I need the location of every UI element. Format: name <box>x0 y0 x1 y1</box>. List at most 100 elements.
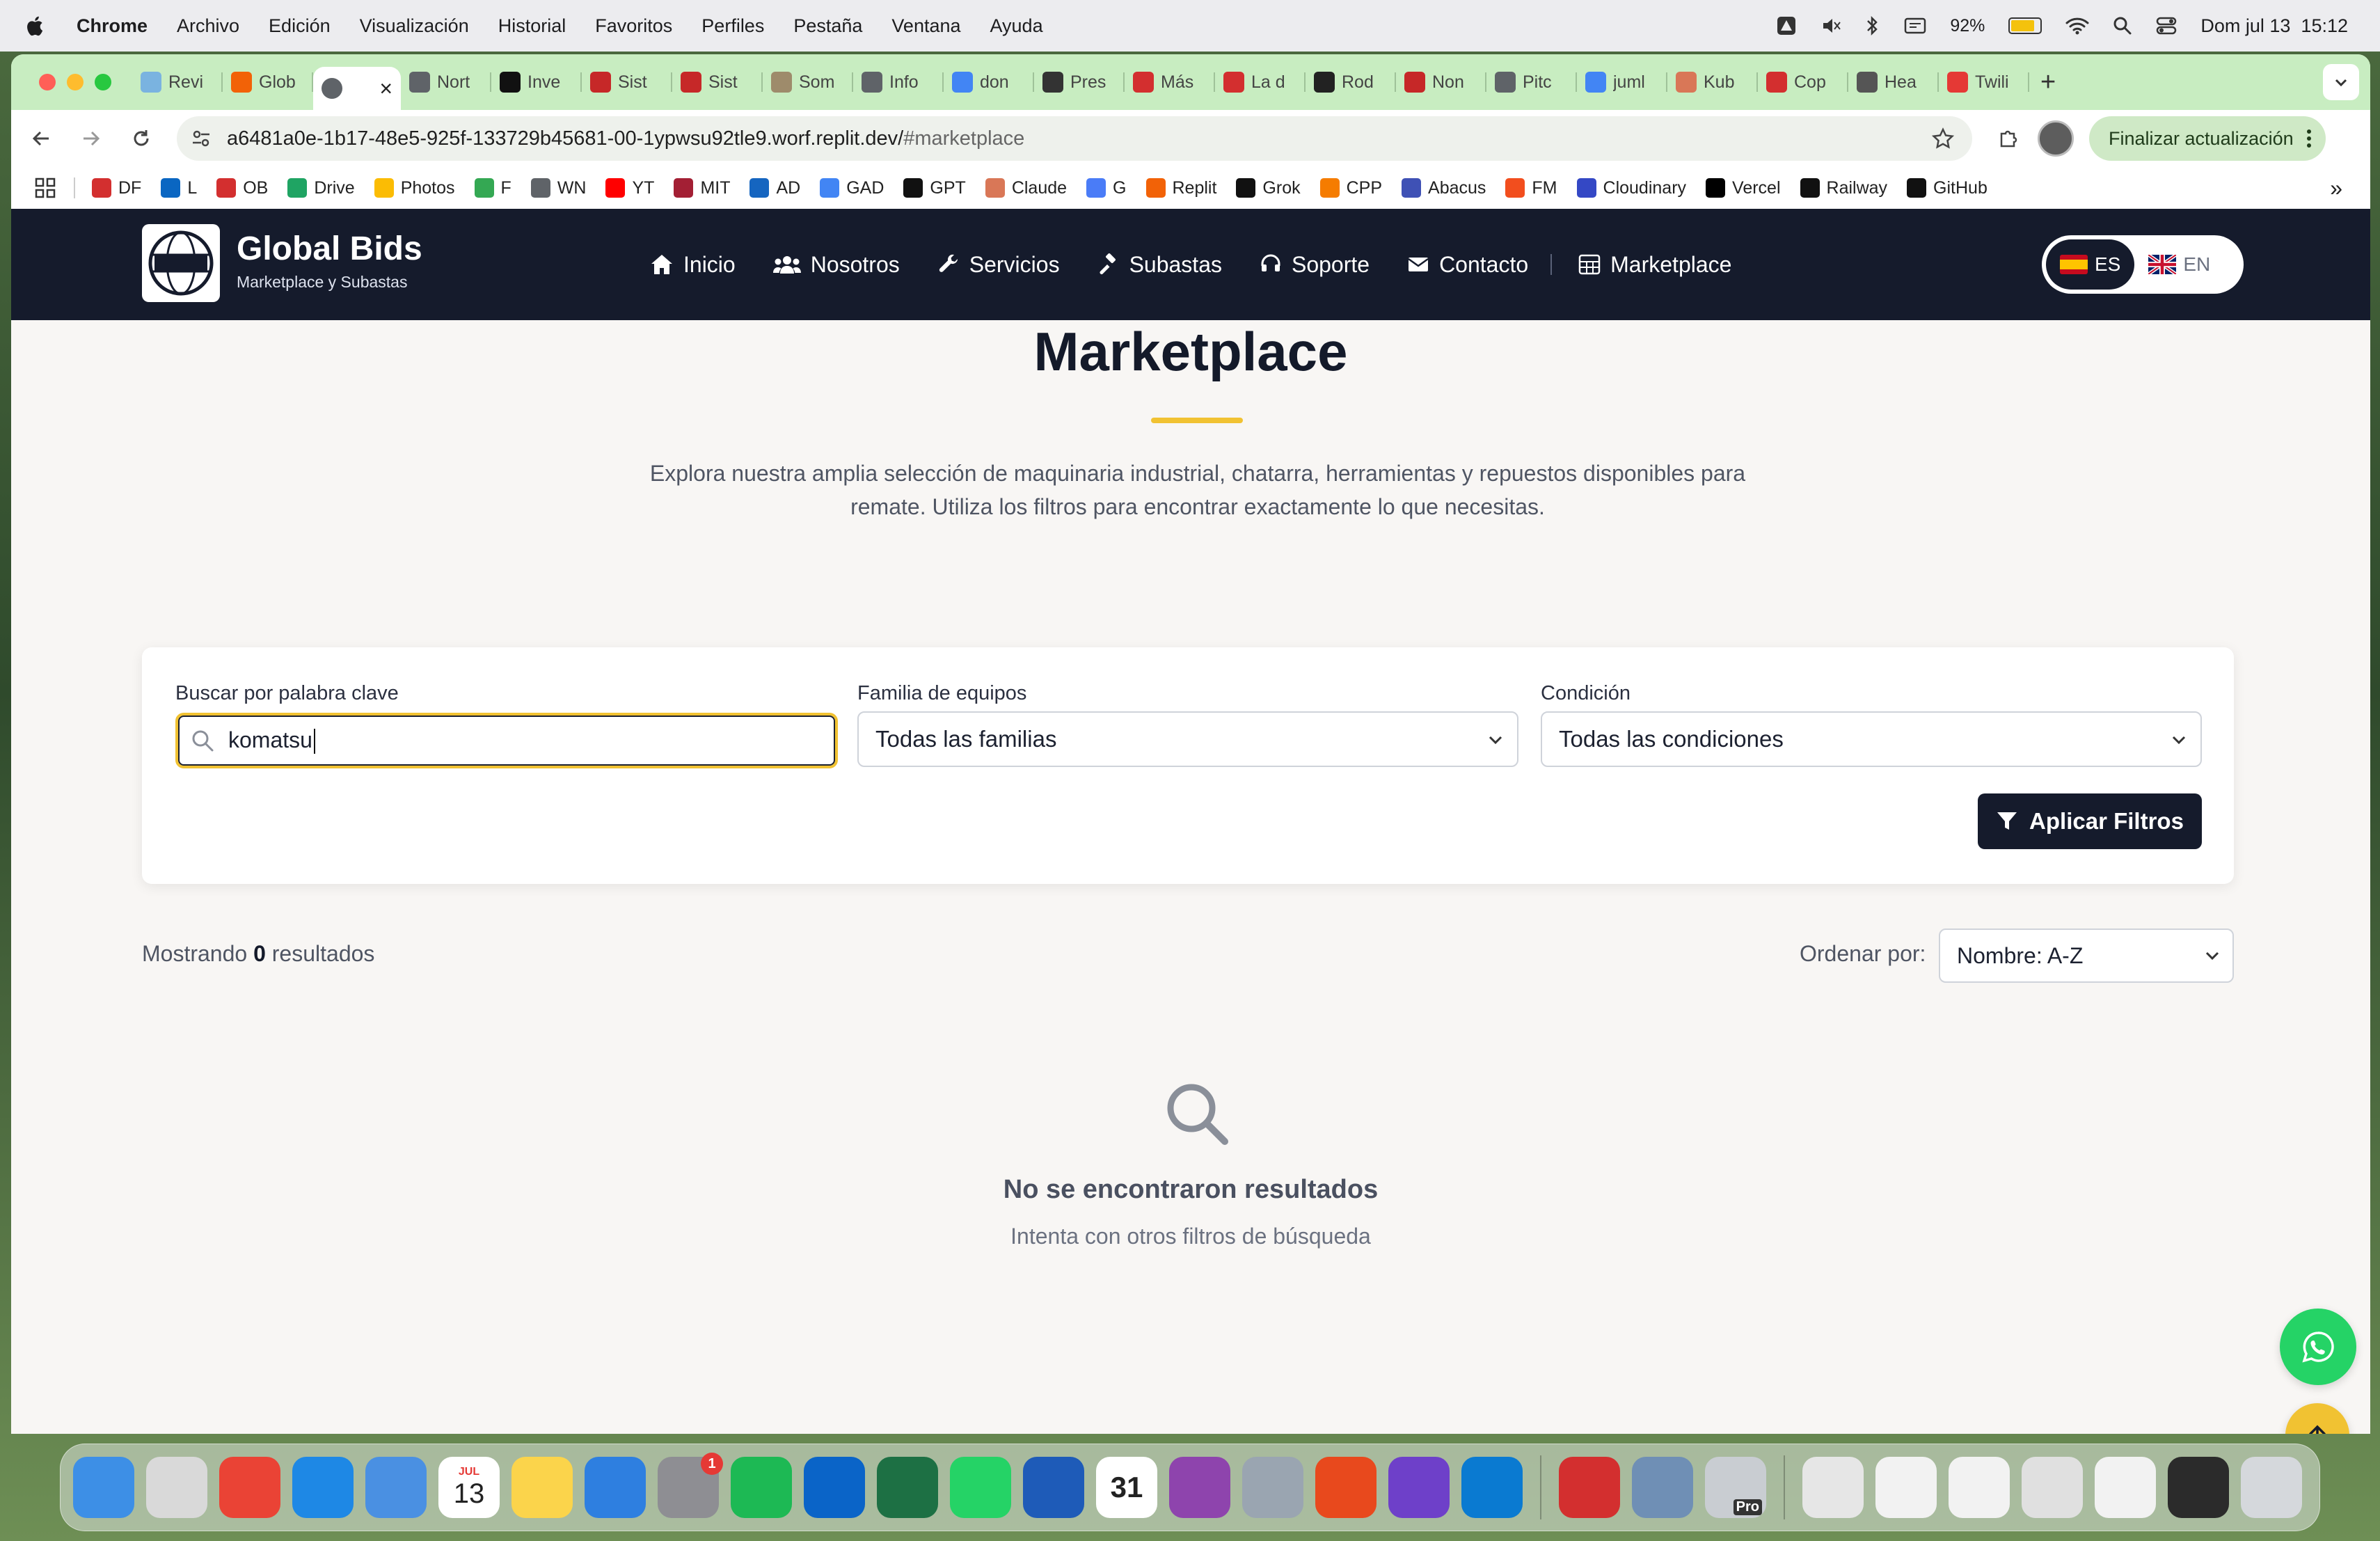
close-window-button[interactable] <box>39 74 56 90</box>
bookmark-f[interactable]: F <box>474 178 511 198</box>
bookmark-mit[interactable]: MIT <box>674 178 730 198</box>
condition-select[interactable]: Todas las condiciones <box>1541 711 2202 767</box>
browser-tab[interactable]: Pres <box>1034 63 1125 102</box>
finish-update-button[interactable]: Finalizar actualización <box>2089 116 2326 161</box>
keynote-icon[interactable] <box>585 1457 646 1518</box>
launchpad-icon[interactable] <box>146 1457 207 1518</box>
podcasts-icon[interactable] <box>1169 1457 1230 1518</box>
zed-icon[interactable] <box>1315 1457 1377 1518</box>
apply-filters-button[interactable]: Aplicar Filtros <box>1978 793 2202 849</box>
nav-soporte[interactable]: Soporte <box>1260 252 1370 278</box>
apple-icon[interactable] <box>26 14 46 38</box>
wifi-icon[interactable] <box>2065 17 2089 35</box>
menu-ventana[interactable]: Ventana <box>891 15 960 37</box>
lang-es-button[interactable]: ES <box>2046 239 2135 290</box>
minimize-window-button[interactable] <box>67 74 84 90</box>
finder-icon[interactable] <box>73 1457 134 1518</box>
fantastical-icon[interactable]: 31 <box>1096 1457 1157 1518</box>
browser-tab[interactable]: Inve <box>491 63 582 102</box>
forward-button[interactable] <box>71 118 111 159</box>
chrome-icon[interactable] <box>219 1457 280 1518</box>
bookmark-df[interactable]: DF <box>92 178 141 198</box>
bookmark-ad[interactable]: AD <box>749 178 800 198</box>
browser-tab[interactable]: Non <box>1396 63 1486 102</box>
url-hash[interactable]: #marketplace <box>903 127 1024 150</box>
browser-tab[interactable]: Revi <box>132 63 223 102</box>
tab-search-button[interactable] <box>2323 64 2359 100</box>
browser-tab[interactable]: Kub <box>1667 63 1758 102</box>
search-input[interactable]: komatsu <box>175 713 838 768</box>
outlook-icon[interactable] <box>804 1457 865 1518</box>
nav-contacto[interactable]: Contacto <box>1407 252 1528 278</box>
drive-status-icon[interactable] <box>1776 15 1797 36</box>
clock[interactable]: Dom jul 13 15:12 <box>2200 15 2348 37</box>
browser-tab[interactable]: Sist <box>672 63 763 102</box>
menu-favoritos[interactable]: Favoritos <box>595 15 672 37</box>
browser-tab[interactable]: Glob <box>223 63 313 102</box>
menu-historial[interactable]: Historial <box>498 15 566 37</box>
doc-stack-1-icon[interactable] <box>1875 1457 1937 1518</box>
spotlight-search-icon[interactable] <box>2113 16 2132 35</box>
browser-tab[interactable]: Rod <box>1306 63 1396 102</box>
system-settings-icon[interactable]: 1 <box>658 1453 723 1518</box>
ios-app-installer-icon[interactable] <box>1242 1457 1303 1518</box>
zoom-window-button[interactable] <box>95 74 111 90</box>
profile-avatar[interactable] <box>2038 120 2074 157</box>
browser-tab[interactable]: Som <box>763 63 853 102</box>
acrobat-icon[interactable] <box>1559 1457 1620 1518</box>
doc-stack-2-icon[interactable] <box>1949 1457 2010 1518</box>
menu-ayuda[interactable]: Ayuda <box>990 15 1043 37</box>
nav-subastas[interactable]: Subastas <box>1097 252 1222 278</box>
browser-tab[interactable]: Nort <box>401 63 491 102</box>
browser-tab[interactable]: don <box>944 63 1034 102</box>
nav-servicios[interactable]: Servicios <box>937 252 1060 278</box>
bookmark-gad[interactable]: GAD <box>820 178 884 198</box>
bookmark-gpt[interactable]: GPT <box>903 178 966 198</box>
bookmark-drive[interactable]: Drive <box>287 178 355 198</box>
bookmark-grok[interactable]: Grok <box>1236 178 1301 198</box>
reload-button[interactable] <box>121 118 161 159</box>
bookmark-l[interactable]: L <box>161 178 197 198</box>
browser-tab[interactable]: Info <box>853 63 944 102</box>
bookmark-g[interactable]: G <box>1086 178 1127 198</box>
bookmark-photos[interactable]: Photos <box>374 178 455 198</box>
browser-tab[interactable]: Cop <box>1758 63 1848 102</box>
control-center-icon[interactable] <box>2156 16 2177 35</box>
bookmark-claude[interactable]: Claude <box>985 178 1067 198</box>
more-bookmarks-icon[interactable]: » <box>2330 175 2342 201</box>
finder-stack-icon[interactable] <box>1802 1457 1864 1518</box>
whatsapp-icon[interactable] <box>950 1457 1011 1518</box>
address-bar[interactable]: a6481a0e-1b17-48e5-925f-133729b45681-00-… <box>177 116 1972 161</box>
github-desktop-icon[interactable] <box>1388 1457 1450 1518</box>
bookmark-railway[interactable]: Railway <box>1800 178 1887 198</box>
earth-pro-icon[interactable]: Pro <box>1705 1457 1766 1518</box>
url-text[interactable]: a6481a0e-1b17-48e5-925f-133729b45681-00-… <box>227 127 903 150</box>
bookmark-fm[interactable]: FM <box>1505 178 1557 198</box>
site-logo[interactable] <box>142 224 220 302</box>
bookmark-wn[interactable]: WN <box>530 178 586 198</box>
bluetooth-icon[interactable] <box>1865 15 1880 36</box>
doc-stack-3-icon[interactable] <box>2022 1457 2083 1518</box>
excel-icon[interactable] <box>877 1457 938 1518</box>
mail-icon[interactable] <box>365 1457 427 1518</box>
menu-perfiles[interactable]: Perfiles <box>701 15 764 37</box>
back-button[interactable] <box>21 118 61 159</box>
mute-icon[interactable] <box>1820 15 1841 36</box>
word-icon[interactable] <box>1023 1457 1084 1518</box>
preview-icon[interactable] <box>1632 1457 1693 1518</box>
notes-icon[interactable] <box>511 1457 573 1518</box>
display-icon[interactable] <box>1904 17 1926 35</box>
browser-tab[interactable]: Más <box>1125 63 1215 102</box>
menu-edicion[interactable]: Edición <box>269 15 331 37</box>
terminal-stack-icon[interactable] <box>2168 1457 2229 1518</box>
browser-tab[interactable]: Pitc <box>1486 63 1577 102</box>
bookmark-vercel[interactable]: Vercel <box>1706 178 1781 198</box>
bookmark-yt[interactable]: YT <box>605 178 654 198</box>
extensions-icon[interactable] <box>1997 127 2021 150</box>
close-tab-icon[interactable]: × <box>379 76 392 102</box>
browser-tab[interactable]: Hea <box>1848 63 1939 102</box>
bookmark-cpp[interactable]: CPP <box>1319 178 1382 198</box>
doc-stack-4-icon[interactable] <box>2095 1457 2156 1518</box>
menu-app-name[interactable]: Chrome <box>77 15 148 37</box>
safari-icon[interactable] <box>292 1457 354 1518</box>
